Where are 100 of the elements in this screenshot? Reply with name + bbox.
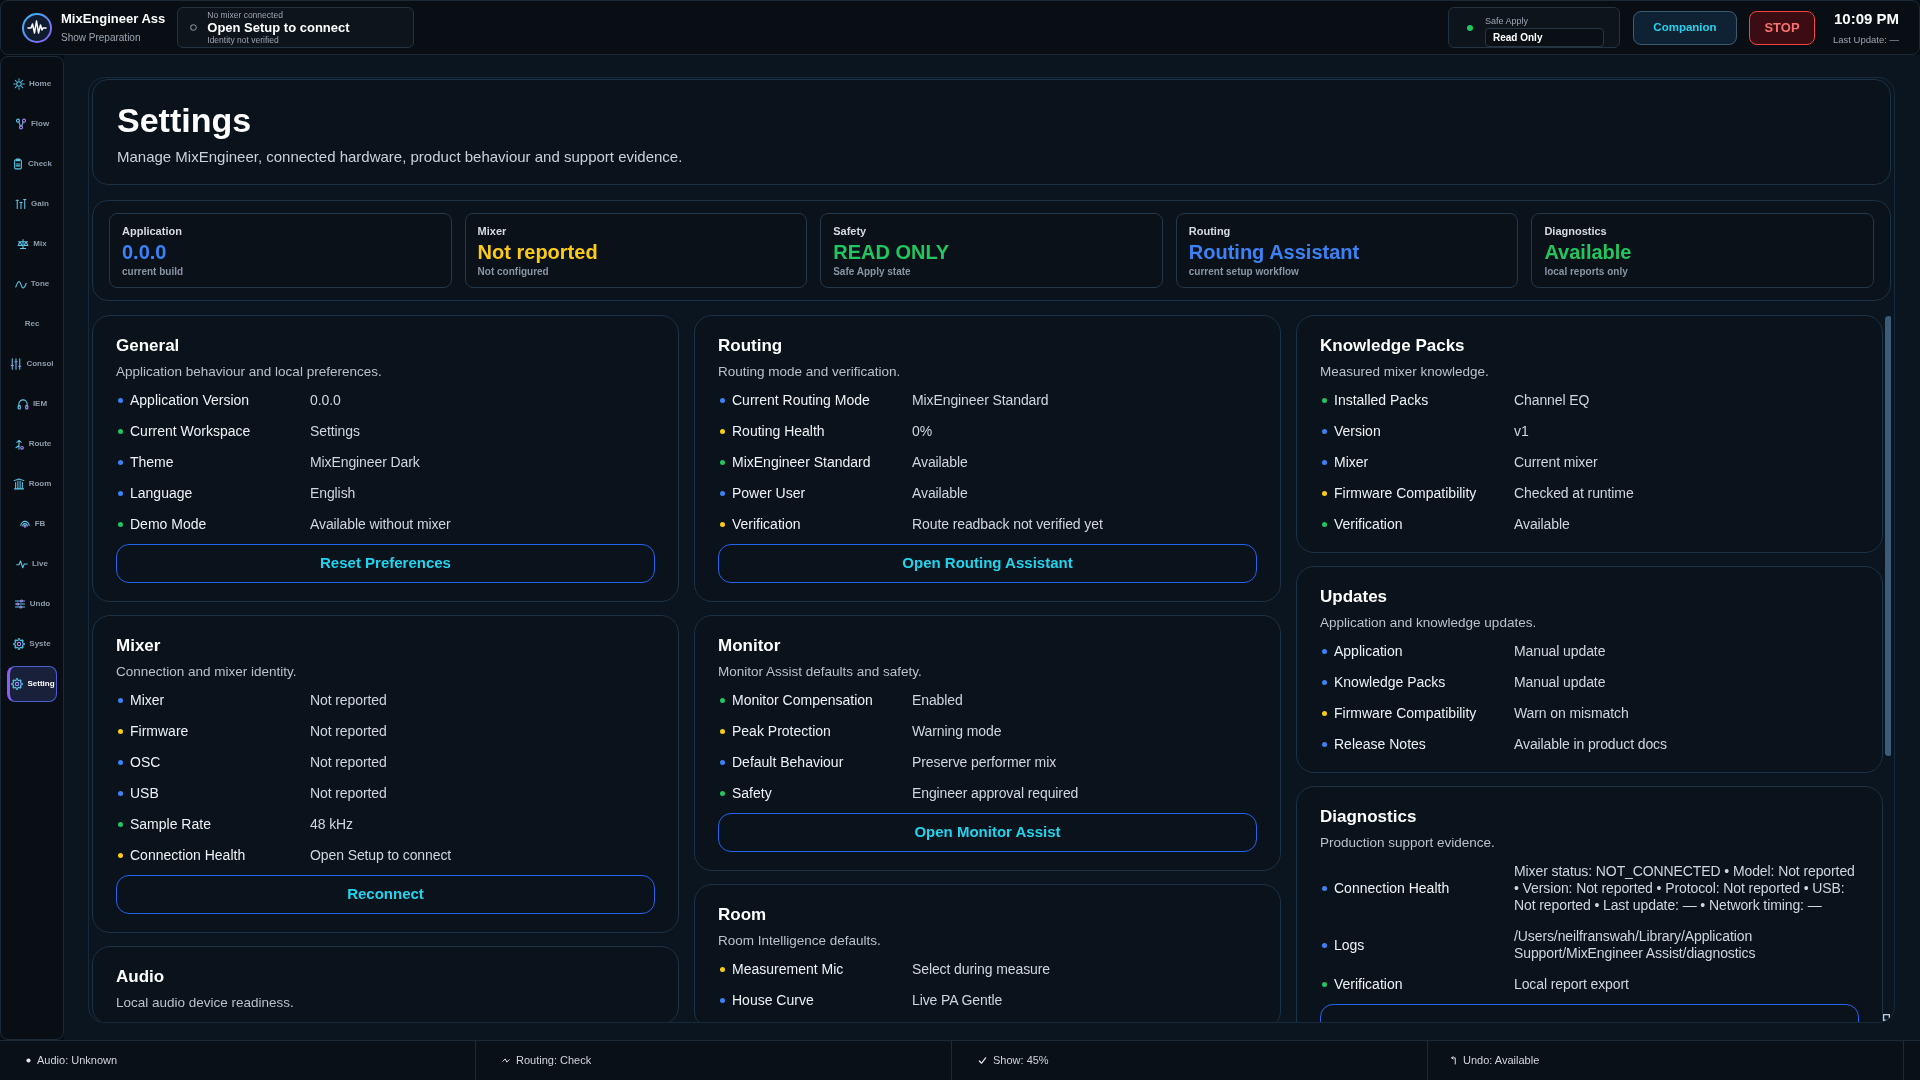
clock-time: 10:09 PM [1833, 10, 1899, 28]
card-title: Mixer [116, 635, 162, 657]
sidebar-item[interactable]: Check [7, 146, 57, 182]
setting-value: Warning mode [912, 723, 1003, 740]
setting-label: Firmware Compatibility [1334, 705, 1478, 722]
setting-label: Mixer [130, 692, 166, 709]
card-description: Connection and mixer identity. [116, 663, 298, 681]
setting-label: Installed Packs [1334, 392, 1430, 409]
sidebar-item[interactable]: Consol [7, 346, 57, 382]
setting-label: Current Routing Mode [732, 392, 871, 409]
setting-label: Power User [732, 485, 807, 502]
sidebar-item[interactable]: Route [7, 426, 57, 462]
setting-value: Available without mixer [310, 516, 452, 533]
setting-label: Connection Health [130, 847, 247, 864]
card-description: Monitor Assist defaults and safety. [718, 663, 923, 681]
clipboard-icon [12, 158, 24, 170]
setting-value: Enabled [912, 692, 964, 709]
action-button[interactable]: Open Routing Assistant [718, 544, 1257, 583]
signal-arcs-icon [18, 518, 31, 530]
connection-status: Open Setup to connect [207, 20, 350, 35]
setting-label: Peak Protection [732, 723, 832, 740]
setting-value: MixEngineer Dark [310, 454, 421, 471]
setting-label: Knowledge Packs [1334, 674, 1447, 691]
setting-value: Local report export [1514, 976, 1630, 993]
action-button[interactable]: Open Monitor Assist [718, 813, 1257, 852]
last-update-text: Last Update: — [1833, 34, 1899, 45]
sidebar-item[interactable]: Setting [7, 666, 57, 702]
setting-value: Available [912, 454, 969, 471]
sidebar-item[interactable]: Live [7, 546, 57, 582]
safe-apply-select[interactable]: Read Only [1485, 28, 1604, 47]
card-description: Measured mixer knowledge. [1320, 363, 1490, 381]
setting-label: Current Workspace [130, 423, 252, 440]
card-description: Routing mode and verification. [718, 363, 902, 381]
card-title: Knowledge Packs [1320, 335, 1466, 357]
setting-value: Available in product docs [1514, 736, 1668, 753]
setting-label: Application [1334, 643, 1404, 660]
setting-value: 0% [912, 423, 934, 440]
setting-label: Mixer [1334, 454, 1370, 471]
summary-caption: current build [122, 266, 185, 278]
sidebar-item[interactable]: Room [7, 466, 57, 502]
card-description: Room Intelligence defaults. [718, 932, 882, 950]
status-text: Show: 45% [993, 1053, 1049, 1069]
summary-label: Mixer [477, 225, 508, 238]
setting-label: Measurement Mic [732, 961, 845, 978]
sidebar-item[interactable]: Syste [7, 626, 57, 662]
card-title: General [116, 335, 181, 357]
setting-label: Theme [130, 454, 175, 471]
setting-label: Routing Health [732, 423, 826, 440]
scale-icon [17, 238, 30, 250]
sidebar-item[interactable]: FB [7, 506, 57, 542]
setting-value: Available [1514, 516, 1571, 533]
setting-label: Verification [1334, 516, 1404, 533]
companion-button[interactable]: Companion [1633, 10, 1737, 45]
setting-value: Live PA Gentle [912, 992, 1004, 1009]
page-title: Settings [117, 100, 253, 140]
setting-value: Current mixer [1514, 454, 1599, 471]
summary-label: Application [122, 225, 183, 238]
nodes-icon [14, 118, 27, 130]
summary-value: Available [1544, 241, 1633, 263]
sidebar-item[interactable]: Undo [7, 586, 57, 622]
setting-value: Checked at runtime [1514, 485, 1635, 502]
sidebar-item[interactable]: Flow [7, 106, 57, 142]
setting-label: USB [130, 785, 160, 802]
sidebar-item[interactable]: Gain [7, 186, 57, 222]
summary-value: Not reported [477, 241, 599, 263]
card-title: Diagnostics [1320, 806, 1418, 828]
setting-label: Firmware Compatibility [1334, 485, 1478, 502]
setting-value: Route readback not verified yet [912, 516, 1104, 533]
sidebar-item[interactable]: Rec [7, 306, 57, 342]
setting-label: Logs [1334, 936, 1366, 954]
sidebar-item[interactable]: IEM [7, 386, 57, 422]
setting-value: Manual update [1514, 674, 1607, 691]
setting-value: Preserve performer mix [912, 754, 1058, 771]
setting-label: Connection Health [1334, 880, 1451, 897]
card-title: Updates [1320, 586, 1389, 608]
setting-value: English [310, 485, 357, 502]
card-title: Audio [116, 966, 166, 988]
sun-icon [12, 78, 25, 90]
action-button[interactable]: Reset Preferences [116, 544, 655, 583]
sidebar-item[interactable]: Home [7, 66, 57, 102]
sidebar-item[interactable]: Mix [7, 226, 57, 262]
setting-label: Sample Rate [130, 816, 212, 833]
scrollbar-thumb[interactable] [1885, 316, 1891, 756]
branch-arrow-icon [12, 438, 25, 450]
card-title: Monitor [718, 635, 782, 657]
summary-caption: current setup workflow [1188, 266, 1300, 278]
status-text: Routing: Check [516, 1053, 592, 1069]
setting-value: Not reported [310, 723, 388, 740]
status-text: Undo: Available [1463, 1053, 1540, 1069]
sliders-icon [15, 198, 28, 210]
setting-value: Available [912, 485, 969, 502]
setting-label: Demo Mode [130, 516, 208, 533]
summary-value: 0.0.0 [122, 241, 168, 263]
action-button[interactable]: Reconnect [116, 875, 655, 914]
sidebar-item[interactable]: Tone [7, 266, 57, 302]
page-subtitle: Manage MixEngineer, connected hardware, product behaviour and support evidence. [117, 148, 684, 166]
stop-button[interactable]: STOP [1749, 10, 1815, 45]
setting-label: Verification [732, 516, 802, 533]
summary-caption: local reports only [1544, 266, 1629, 278]
setting-value: Settings [310, 423, 361, 440]
